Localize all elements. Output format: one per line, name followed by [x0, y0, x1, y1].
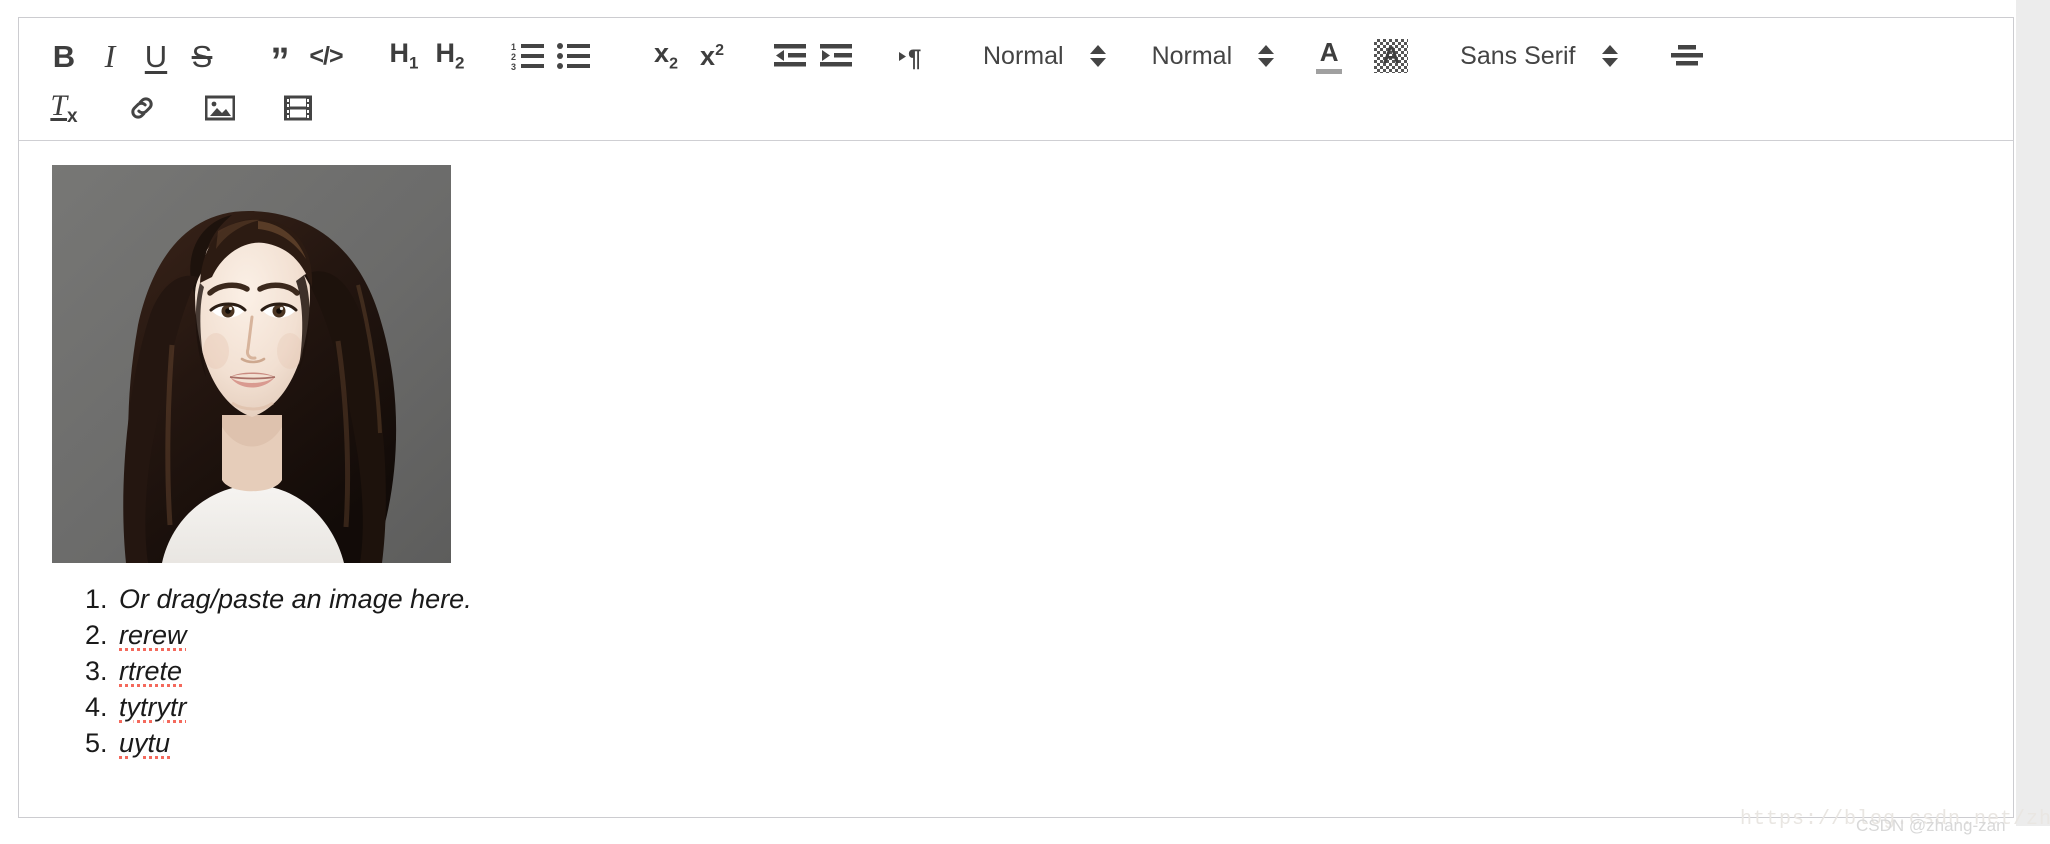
list-item[interactable]: tytrytr: [115, 689, 472, 725]
link-icon: [127, 93, 157, 123]
inserted-portrait-image[interactable]: [52, 165, 451, 563]
editor-content-area[interactable]: Or drag/paste an image here. rerew rtret…: [19, 141, 2013, 777]
bold-icon: B: [52, 38, 76, 74]
list-item-text: uytu: [119, 728, 171, 758]
heading-1-button[interactable]: H1: [381, 33, 427, 79]
video-icon: [284, 95, 312, 121]
indent-icon: [820, 42, 852, 70]
toolbar-row-2: Tx: [41, 84, 1991, 132]
list-item[interactable]: rtrete: [115, 653, 472, 689]
code-icon: </>: [309, 41, 343, 70]
strikethrough-icon: S: [191, 38, 213, 74]
ordered-list-icon: 1 2 3: [511, 41, 545, 71]
font-dropdown[interactable]: Sans Serif: [1460, 33, 1618, 79]
text-color-icon: A: [1316, 39, 1343, 74]
text-color-button[interactable]: A: [1306, 33, 1352, 79]
insert-link-button[interactable]: [119, 85, 165, 131]
chevron-updown-icon: [1258, 45, 1275, 67]
list-item[interactable]: Or drag/paste an image here.: [115, 581, 472, 617]
bullet-list-button[interactable]: [551, 33, 597, 79]
blockquote-button[interactable]: ”: [257, 33, 303, 83]
background-color-icon: A: [1374, 39, 1409, 73]
text-direction-button[interactable]: ¶: [891, 33, 937, 79]
size-dropdown-label: Normal: [983, 41, 1064, 70]
outdent-button[interactable]: [767, 33, 813, 79]
svg-text:3: 3: [511, 62, 516, 71]
subscript-button[interactable]: x2: [643, 33, 689, 79]
subscript-icon: x2: [654, 37, 678, 73]
watermark-attribution: CSDN @zhang-zan: [1856, 816, 2006, 835]
strikethrough-button[interactable]: S: [179, 33, 225, 79]
image-icon: [205, 95, 235, 121]
quote-icon: ”: [270, 40, 290, 83]
background-color-button[interactable]: A: [1368, 33, 1414, 79]
bold-button[interactable]: B: [41, 33, 87, 79]
h1-icon: H1: [389, 38, 419, 73]
list-item[interactable]: rerew: [115, 617, 472, 653]
insert-image-button[interactable]: [197, 85, 243, 131]
clear-formatting-button[interactable]: Tx: [41, 85, 87, 131]
underline-button[interactable]: U: [133, 33, 179, 79]
indent-button[interactable]: [813, 33, 859, 79]
align-center-button[interactable]: [1664, 33, 1710, 79]
underline-icon: U: [144, 38, 168, 74]
chevron-updown-icon: [1601, 45, 1618, 67]
font-dropdown-label: Sans Serif: [1460, 41, 1576, 70]
size-dropdown[interactable]: Normal: [983, 33, 1106, 79]
svg-text:1: 1: [511, 42, 516, 52]
align-center-icon: [1670, 43, 1703, 69]
superscript-button[interactable]: x2: [689, 33, 735, 79]
toolbar-row-1: B I U S ” </> H1 H2 1 2 3 x2 x2 ¶ Normal…: [41, 28, 1991, 84]
list-item-text: Or drag/paste an image here.: [119, 584, 472, 614]
page-gutter-right: [2016, 0, 2050, 844]
svg-text:2: 2: [511, 52, 516, 62]
editor-toolbar: B I U S ” </> H1 H2 1 2 3 x2 x2 ¶ Normal…: [19, 18, 2013, 141]
ordered-list-button[interactable]: 1 2 3: [505, 33, 551, 79]
header-dropdown-label: Normal: [1151, 41, 1233, 70]
code-block-button[interactable]: </>: [303, 33, 349, 79]
list-item-text: rtrete: [119, 656, 183, 686]
portrait-illustration: [52, 165, 451, 563]
superscript-icon: x2: [700, 40, 724, 71]
page-root: B I U S ” </> H1 H2 1 2 3 x2 x2 ¶ Normal…: [0, 0, 2050, 844]
bullet-list-icon: [557, 41, 591, 71]
list-item-text: tytrytr: [119, 692, 187, 722]
heading-2-button[interactable]: H2: [427, 33, 473, 79]
editor-ordered-list[interactable]: Or drag/paste an image here. rerew rtret…: [19, 581, 472, 761]
svg-text:¶: ¶: [908, 45, 921, 70]
rich-text-editor: B I U S ” </> H1 H2 1 2 3 x2 x2 ¶ Normal…: [18, 17, 2014, 818]
italic-button[interactable]: I: [87, 33, 133, 79]
insert-video-button[interactable]: [275, 85, 321, 131]
h2-icon: H2: [435, 38, 465, 73]
list-item[interactable]: uytu: [115, 725, 472, 761]
text-direction-icon: ¶: [899, 42, 929, 70]
chevron-updown-icon: [1089, 45, 1106, 67]
list-item-text: rerew: [119, 620, 187, 650]
italic-icon: I: [104, 38, 116, 74]
clear-formatting-icon: Tx: [50, 88, 78, 127]
outdent-icon: [774, 42, 806, 70]
header-dropdown[interactable]: Normal: [1152, 33, 1275, 79]
